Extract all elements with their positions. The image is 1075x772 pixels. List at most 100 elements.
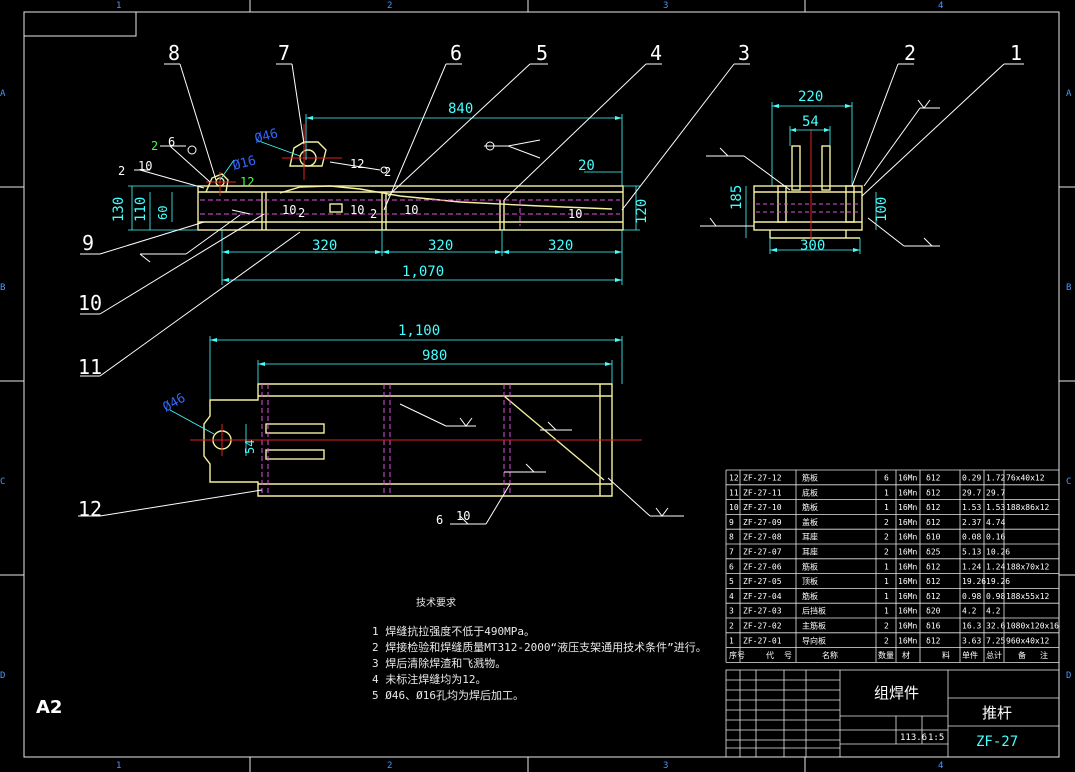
bom-row-3-material: 16Mn xyxy=(898,607,917,616)
scale: 1:5 xyxy=(928,733,944,743)
bom-row-2-unit-weight: 16.3 xyxy=(962,622,981,631)
bom-row-11-total-weight: 29.7 xyxy=(986,488,1005,497)
bom-row-3-qty: 1 xyxy=(884,607,889,616)
bom-header-5: 材 xyxy=(902,650,910,660)
top-dim-54: 54 xyxy=(243,440,257,454)
top-dim-980: 980 xyxy=(422,348,447,364)
bom-row-7-unit-weight: 5.13 xyxy=(962,548,981,557)
dim-320-c: 320 xyxy=(548,238,573,254)
zone-left-D: D xyxy=(0,671,5,681)
bom-row-1-material: 16Mn xyxy=(898,636,917,645)
bom-row-3-code: ZF-27-03 xyxy=(743,607,782,616)
zone-bottom-2: 2 xyxy=(387,761,392,771)
bom-row-2-total-weight: 32.6 xyxy=(986,622,1005,631)
bom-row-6-thickness: δ12 xyxy=(926,562,941,571)
bom-row-10-qty: 1 xyxy=(884,503,889,512)
bom-row-11-material: 16Mn xyxy=(898,488,917,497)
bom-row-1-note: 960x40x12 xyxy=(1006,636,1050,645)
balloon-11: 11 xyxy=(78,355,102,379)
bom-row-8-qty: 2 xyxy=(884,533,889,542)
bom-row-3-name: 后挡板 xyxy=(802,606,826,616)
background xyxy=(0,0,1075,772)
bom-row-7-qty: 2 xyxy=(884,548,889,557)
bom-row-9-qty: 2 xyxy=(884,518,889,527)
bom-row-8-total-weight: 0.16 xyxy=(986,533,1005,542)
zone-left-A: A xyxy=(0,89,6,99)
part-name: 推杆 xyxy=(982,704,1012,722)
bom-row-6-unit-weight: 1.24 xyxy=(962,562,981,571)
note-5: 5 Ø46、Ø16孔均为焊后加工。 xyxy=(372,689,524,702)
bom-row-11-no: 11 xyxy=(729,488,739,497)
weld-10a: 10 xyxy=(282,203,296,217)
bom-row-8-code: ZF-27-08 xyxy=(743,533,782,542)
bom-row-8-material: 16Mn xyxy=(898,533,917,542)
bom-row-9-code: ZF-27-09 xyxy=(743,518,782,527)
weld-12b: 12 xyxy=(240,175,254,189)
bom-row-5-material: 16Mn xyxy=(898,577,917,586)
bom-row-10-no: 10 xyxy=(729,503,739,512)
bom-row-6-no: 6 xyxy=(729,562,734,571)
bom-row-6-qty: 1 xyxy=(884,562,889,571)
top-dim-1100: 1,100 xyxy=(398,323,440,339)
balloon-3: 3 xyxy=(738,41,750,65)
bom-row-11-unit-weight: 29.7 xyxy=(962,488,981,497)
bom-row-11-name: 底板 xyxy=(802,487,818,497)
bom-row-12-no: 12 xyxy=(729,474,739,483)
zone-top-1: 1 xyxy=(116,1,121,11)
weld-2c: 2 xyxy=(384,165,391,179)
weld-2b: 2 xyxy=(118,164,125,178)
bom-row-7-material: 16Mn xyxy=(898,548,917,557)
dim-120: 120 xyxy=(634,199,650,224)
bom-row-9-total-weight: 4.74 xyxy=(986,518,1005,527)
bom-row-9-material: 16Mn xyxy=(898,518,917,527)
bom-row-3-thickness: δ20 xyxy=(926,607,941,616)
bom-row-10-unit-weight: 1.53 xyxy=(962,503,981,512)
zone-bottom-1: 1 xyxy=(116,761,121,771)
zone-right-A: A xyxy=(1066,89,1072,99)
bom-row-2-material: 16Mn xyxy=(898,622,917,631)
drawing-type: 组焊件 xyxy=(874,684,919,702)
dim-60: 60 xyxy=(156,206,170,220)
bom-row-12-qty: 6 xyxy=(884,474,889,483)
balloon-4: 4 xyxy=(650,41,662,65)
zone-top-3: 3 xyxy=(663,1,668,11)
bom-row-5-qty: 1 xyxy=(884,577,889,586)
bom-header-1: 代 xyxy=(766,650,774,660)
bom-row-1-name: 导向板 xyxy=(802,635,826,645)
balloon-10: 10 xyxy=(78,291,102,315)
bom-row-2-code: ZF-27-02 xyxy=(743,622,782,631)
bom-row-1-unit-weight: 3.63 xyxy=(962,636,981,645)
balloon-2: 2 xyxy=(904,41,916,65)
bom-row-7-thickness: δ25 xyxy=(926,548,941,557)
bom-row-1-total-weight: 7.25 xyxy=(986,636,1005,645)
bom-row-10-code: ZF-27-10 xyxy=(743,503,782,512)
bom-row-1-code: ZF-27-01 xyxy=(743,636,782,645)
bom-row-4-code: ZF-27-04 xyxy=(743,592,782,601)
zone-right-C: C xyxy=(1066,477,1071,487)
weld-6: 6 xyxy=(168,135,175,149)
weld-2d-2: 2 xyxy=(370,207,377,221)
dim-320-a: 320 xyxy=(312,238,337,254)
bom-header-10: 注 xyxy=(1040,650,1048,660)
bom-header-9: 备 xyxy=(1018,650,1026,660)
bom-row-8-thickness: δ10 xyxy=(926,533,941,542)
bom-row-6-name: 筋板 xyxy=(802,561,818,571)
bom-row-9-thickness: δ12 xyxy=(926,518,941,527)
bom-row-3-no: 3 xyxy=(729,607,734,616)
bom-row-7-code: ZF-27-07 xyxy=(743,548,782,557)
zone-left-C: C xyxy=(0,477,5,487)
bom-row-4-no: 4 xyxy=(729,592,734,601)
balloon-5: 5 xyxy=(536,41,548,65)
zone-left-B: B xyxy=(0,283,5,293)
drawing-number: ZF-27 xyxy=(976,734,1018,750)
dim-130: 130 xyxy=(111,197,127,222)
bom-header-3: 名称 xyxy=(822,650,838,660)
bom-row-6-material: 16Mn xyxy=(898,562,917,571)
weld-10b: 10 xyxy=(350,203,364,217)
bom-row-2-thickness: δ16 xyxy=(926,622,941,631)
bom-row-12-note: 76x40x12 xyxy=(1006,474,1045,483)
drawing-sheet: 1 2 3 4 1 2 3 4 A B C D A B C D 840 320 … xyxy=(0,0,1075,772)
bom-row-5-unit-weight: 19.26 xyxy=(962,577,986,586)
weld-10c: 10 xyxy=(404,203,418,217)
bom-row-6-total-weight: 1.24 xyxy=(986,562,1005,571)
